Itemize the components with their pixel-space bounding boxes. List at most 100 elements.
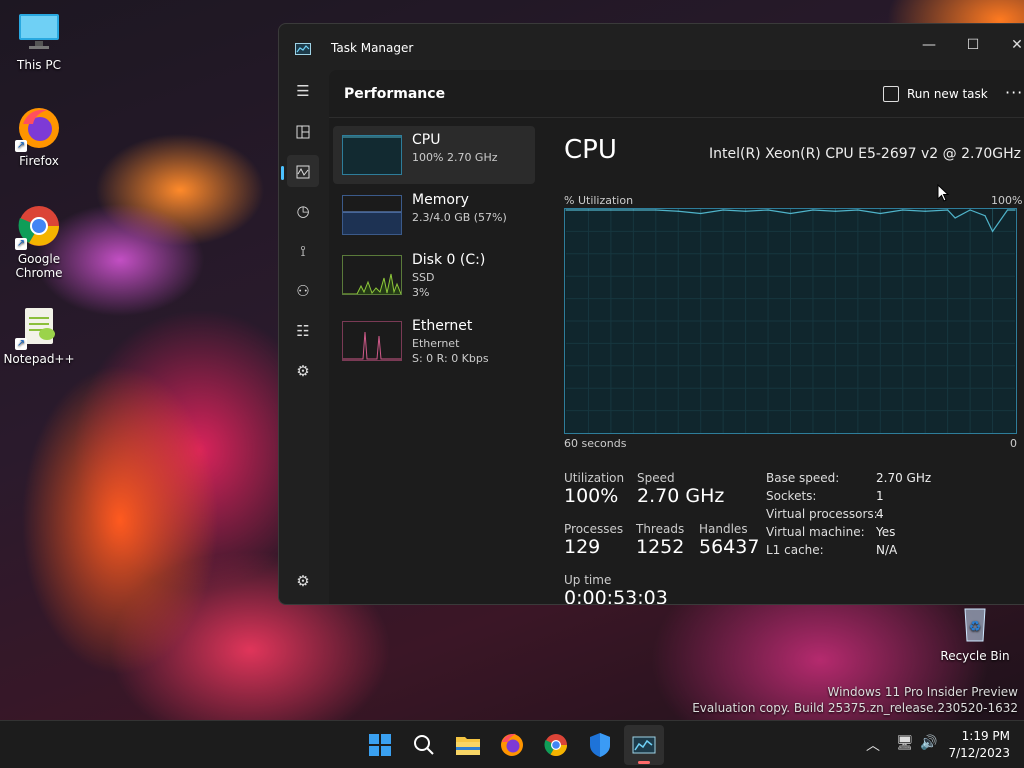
cpu-utilization-point [954, 217, 956, 219]
start-icon [369, 734, 391, 756]
desktop-icon-chrome[interactable]: ↗ Google Chrome [1, 204, 77, 280]
page-header: Performance Run new task ··· [329, 70, 1024, 118]
details-icon[interactable]: ☷ [287, 315, 319, 347]
uptime-value: 0:00:53:03 [564, 587, 668, 605]
cpu-utilization-graph [564, 208, 1017, 434]
memory-thumbnail [342, 195, 402, 235]
utilization-axis-label: % Utilization [564, 194, 634, 207]
app-history-icon[interactable]: ◷ [287, 195, 319, 227]
base-speed-label: Base speed: [766, 471, 840, 485]
performance-icon[interactable] [281, 155, 319, 187]
content-area: Performance Run new task ··· CPU 100% 2.… [329, 70, 1024, 604]
shortcut-arrow-icon: ↗ [15, 140, 27, 152]
search-button[interactable] [404, 725, 444, 765]
chrome-icon [544, 734, 567, 756]
settings-icon[interactable]: ⚙ [287, 565, 319, 597]
run-new-task-icon [883, 86, 899, 102]
perf-item-cpu[interactable]: CPU 100% 2.70 GHz [333, 126, 535, 184]
services-icon[interactable]: ⚙ [287, 355, 319, 387]
virtual-processors-value: 4 [876, 507, 884, 521]
cpu-utilization-point [857, 209, 859, 211]
desktop-icon-label: Firefox [19, 154, 59, 168]
task-manager-icon [632, 736, 656, 754]
processes-value: 129 [564, 536, 601, 558]
running-indicator [638, 761, 650, 764]
run-new-task-button[interactable]: Run new task [879, 80, 992, 108]
cpu-utilization-point [947, 209, 949, 211]
desktop-icon-notepad-plus-plus[interactable]: ↗ Notepad++ [1, 304, 77, 366]
cpu-utilization-point [1014, 209, 1016, 211]
cpu-utilization-point [789, 212, 792, 215]
firefox-taskbar-button[interactable] [492, 725, 532, 765]
perf-item-detail-2: S: 0 R: 0 Kbps [412, 352, 489, 365]
perf-item-detail: SSD [412, 271, 435, 284]
maximize-button[interactable]: ☐ [951, 30, 995, 60]
chrome-taskbar-button[interactable] [536, 725, 576, 765]
defender-taskbar-button[interactable] [580, 725, 620, 765]
firefox-icon [501, 733, 523, 756]
cpu-utilization-point [767, 209, 769, 211]
start-button[interactable] [360, 725, 400, 765]
volume-icon[interactable]: 🔊 [920, 735, 937, 751]
perf-item-detail: Ethernet [412, 337, 460, 350]
speed-value: 2.70 GHz [637, 485, 725, 507]
cpu-utilization-point [1006, 209, 1009, 211]
active-indicator [281, 166, 284, 180]
menu-icon[interactable]: ☰ [287, 75, 319, 107]
cpu-thumbnail [342, 135, 402, 175]
performance-list: CPU 100% 2.70 GHz Memory 2.3/4.0 GB (57%… [329, 119, 537, 604]
perf-item-name: Memory [412, 192, 469, 208]
desktop-icon-label: This PC [17, 58, 61, 72]
defender-icon [590, 733, 610, 757]
cpu-utilization-point [924, 210, 926, 212]
shortcut-arrow-icon: ↗ [15, 338, 27, 350]
handles-value: 56437 [699, 536, 760, 558]
navigation-rail: ☰ ◷ ⟟ ⚇ ☷ ⚙ ⚙ [279, 70, 327, 604]
startup-apps-icon[interactable]: ⟟ [287, 235, 319, 267]
l1-cache-value: N/A [876, 543, 898, 557]
cpu-utilization-point [722, 209, 724, 211]
graph-time-span-label: 60 seconds [564, 437, 627, 450]
task-manager-taskbar-button[interactable] [624, 725, 664, 765]
file-explorer-button[interactable] [448, 725, 488, 765]
desktop-icon-label: Recycle Bin [940, 649, 1010, 663]
system-clock[interactable]: 1:19 PM 7/12/2023 [948, 728, 1010, 762]
recycle-bin-icon: ♻ [953, 601, 997, 645]
perf-item-ethernet[interactable]: Ethernet Ethernet S: 0 R: 0 Kbps [333, 312, 535, 370]
perf-item-name: Ethernet [412, 318, 473, 334]
users-icon[interactable]: ⚇ [287, 275, 319, 307]
perf-item-detail: 2.3/4.0 GB (57%) [412, 211, 507, 224]
desktop-icon-this-pc[interactable]: This PC [1, 10, 77, 72]
perf-item-detail-2: 3% [412, 286, 430, 299]
chrome-icon: ↗ [15, 204, 61, 250]
processes-icon[interactable] [287, 115, 319, 147]
sockets-label: Sockets: [766, 489, 817, 503]
network-icon[interactable]: 🖥 [896, 735, 914, 751]
perf-item-name: Disk 0 (C:) [412, 252, 486, 268]
perf-item-disk[interactable]: Disk 0 (C:) SSD 3% [333, 246, 535, 304]
cpu-utilization-point [812, 209, 814, 211]
sockets-value: 1 [876, 489, 884, 503]
close-button[interactable]: ✕ [995, 30, 1024, 60]
utilization-axis-max: 100% [991, 194, 1023, 207]
disk-thumbnail [342, 255, 402, 295]
cpu-utilization-point [834, 210, 836, 212]
task-manager-window: Task Manager — ☐ ✕ ☰ ◷ ⟟ ⚇ ☷ ⚙ ⚙ Perform… [278, 23, 1024, 605]
title-bar[interactable]: Task Manager — ☐ ✕ [279, 24, 1024, 70]
cpu-detail-pane: CPU Intel(R) Xeon(R) CPU E5-2697 v2 @ 2.… [564, 119, 1024, 604]
desktop-icon-firefox[interactable]: ↗ Firefox [1, 106, 77, 168]
more-options-button[interactable]: ··· [1005, 83, 1023, 102]
minimize-button[interactable]: — [907, 30, 951, 60]
virtual-machine-label: Virtual machine: [766, 525, 865, 539]
graph-time-end-label: 0 [1010, 437, 1017, 450]
desktop-icon-recycle-bin[interactable]: ♻ Recycle Bin [937, 601, 1013, 663]
cpu-utilization-point [991, 230, 994, 232]
cpu-utilization-point [610, 209, 612, 211]
mouse-pointer-icon [937, 183, 950, 202]
uptime-label: Up time [564, 573, 612, 587]
clock-date: 7/12/2023 [948, 746, 1010, 760]
page-title: Performance [344, 86, 446, 102]
perf-item-memory[interactable]: Memory 2.3/4.0 GB (57%) [333, 186, 535, 244]
show-hidden-icons-button[interactable]: ︿ [866, 735, 880, 755]
edition-watermark: Windows 11 Pro Insider Preview [827, 685, 1018, 699]
